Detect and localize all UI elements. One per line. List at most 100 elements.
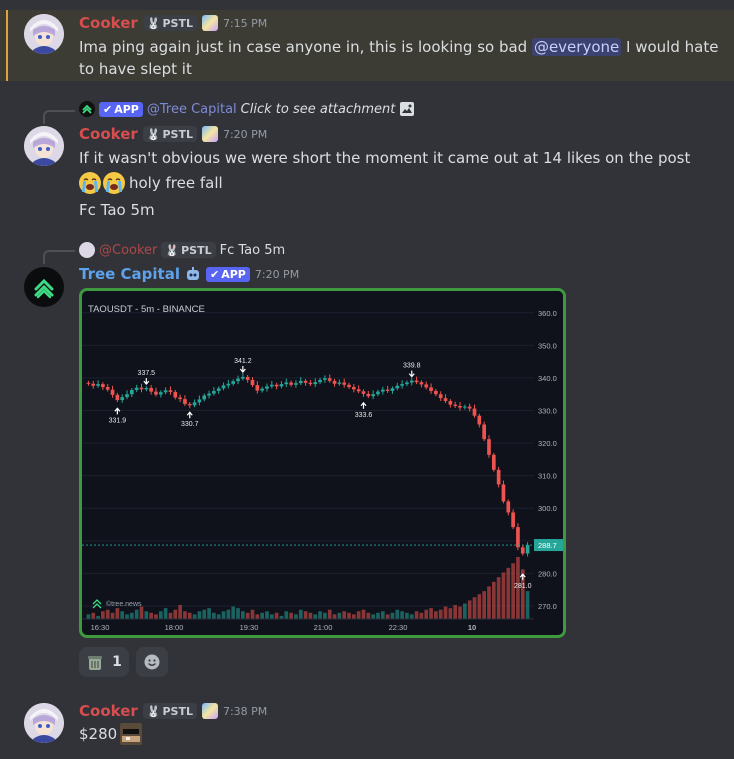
volume-bar [197, 611, 202, 619]
candle-body [168, 390, 173, 392]
volume-bar [289, 612, 293, 619]
image-icon [399, 101, 415, 117]
candle-body [207, 393, 211, 396]
loudly-crying-face-icon[interactable] [79, 172, 101, 194]
candle-body [245, 376, 250, 380]
volume-bar [241, 611, 245, 619]
candle-body [352, 387, 356, 390]
volume-bar [347, 612, 351, 619]
timestamp[interactable]: 7:15 PM [223, 17, 267, 30]
chart-attachment[interactable]: 331.9 337.5 330.7 341.2 333.6 339.8 281.0 360.… [79, 288, 566, 638]
author-name[interactable]: Cooker [79, 14, 138, 32]
candle-body [221, 385, 226, 389]
volume-bar [91, 612, 96, 619]
timestamp[interactable]: 7:20 PM [255, 268, 299, 281]
candle-body [183, 399, 187, 404]
reply-attachment-text[interactable]: Click to see attachment [241, 102, 396, 117]
candle-body [361, 391, 366, 394]
author-name[interactable]: Cooker [79, 125, 138, 143]
low-annotation-label: 331.9 [109, 417, 127, 424]
reply-mention[interactable]: @Tree Capital [147, 102, 237, 117]
reaction-button[interactable]: 1 [79, 647, 129, 677]
candle-body [231, 381, 236, 384]
candle-body [130, 389, 134, 395]
avatar[interactable] [24, 703, 64, 743]
message-text: $280 [79, 725, 118, 743]
y-tick-label: 330.0 [538, 407, 557, 416]
avatar[interactable] [24, 14, 64, 54]
candle-body [318, 379, 322, 383]
volume-bar [110, 612, 115, 619]
volume-bar [332, 614, 337, 619]
loudly-crying-face-icon[interactable] [103, 172, 125, 194]
timestamp[interactable]: 7:38 PM [223, 705, 267, 718]
volume-bar [361, 609, 366, 619]
y-tick-label: 350.0 [538, 341, 557, 350]
candle-body [101, 384, 105, 388]
volume-bar [130, 612, 134, 619]
volume-bar [318, 611, 322, 619]
volume-bar [125, 614, 129, 619]
candle-body [178, 397, 182, 400]
volume-bar [86, 614, 91, 619]
author-name[interactable]: Tree Capital [79, 265, 180, 283]
trash-can-emoji-icon [86, 653, 104, 671]
reply-preview[interactable]: ✔ APP @Tree Capital Click to see attachme… [79, 101, 415, 117]
candle-body [424, 384, 429, 388]
candle-body [429, 387, 433, 391]
volume-bar [438, 609, 443, 619]
timestamp[interactable]: 7:20 PM [223, 128, 267, 141]
x-tick-label: 16:30 [91, 623, 110, 632]
y-tick-label: 310.0 [538, 472, 557, 481]
candle-body [496, 469, 501, 485]
volume-bar [105, 609, 110, 619]
server-tag[interactable]: 🐰 PSTL [142, 15, 197, 31]
volume-bar [390, 612, 395, 619]
message-line: If it wasn't obvious we were short the m… [79, 149, 691, 167]
candle-body [516, 527, 520, 548]
custom-emoji-icon[interactable] [120, 723, 143, 745]
reply-text[interactable]: Fc Tao 5m [220, 243, 286, 258]
app-badge: ✔ APP [99, 101, 143, 117]
author-name[interactable]: Cooker [79, 702, 138, 720]
candle-body [506, 501, 511, 513]
candle-body [520, 547, 525, 554]
candlestick-chart: 331.9 337.5 330.7 341.2 333.6 339.8 281.0 360.… [82, 291, 563, 635]
volume-bar [352, 614, 356, 619]
reply-author[interactable]: @Cooker [99, 243, 157, 258]
candle-body [448, 401, 453, 405]
tree-capital-avatar[interactable] [24, 267, 64, 307]
candle-body [158, 392, 163, 395]
x-tick-label: 18:00 [165, 623, 184, 632]
candle-body [91, 383, 96, 386]
candle-body [269, 384, 274, 387]
candle-body [289, 382, 293, 385]
candle-body [366, 393, 371, 397]
y-axis: 360.0350.0340.0330.0320.0310.0300.0290.0… [82, 291, 563, 635]
volume-bar [414, 611, 419, 619]
y-tick-label: 270.0 [538, 602, 557, 611]
message-line: Fc Tao 5m [79, 201, 155, 219]
volume-bar [323, 612, 327, 619]
candle-body [120, 397, 125, 401]
reply-preview[interactable]: @Cooker 🐰 PSTL Fc Tao 5m [79, 242, 285, 258]
candle-body [192, 402, 197, 406]
low-annotation-label: 281.0 [514, 583, 532, 590]
candle-body [265, 386, 269, 389]
server-tag[interactable]: 🐰 PSTL [142, 126, 197, 142]
everyone-mention[interactable]: @everyone [531, 38, 622, 56]
volume-bar [400, 611, 404, 619]
candle-body [96, 384, 100, 386]
y-tick-label: 320.0 [538, 439, 557, 448]
add-reaction-button[interactable] [136, 647, 168, 677]
server-tag[interactable]: 🐰 PSTL [142, 703, 197, 719]
add-emoji-icon [143, 653, 161, 671]
candle-body [226, 383, 231, 386]
candle-body [197, 399, 202, 403]
avatar[interactable] [24, 126, 64, 166]
volume-bar [308, 612, 313, 619]
volume-bar [265, 611, 269, 619]
volume-bar [453, 605, 458, 619]
reply-spine [43, 110, 75, 124]
volume-bar [376, 612, 380, 619]
